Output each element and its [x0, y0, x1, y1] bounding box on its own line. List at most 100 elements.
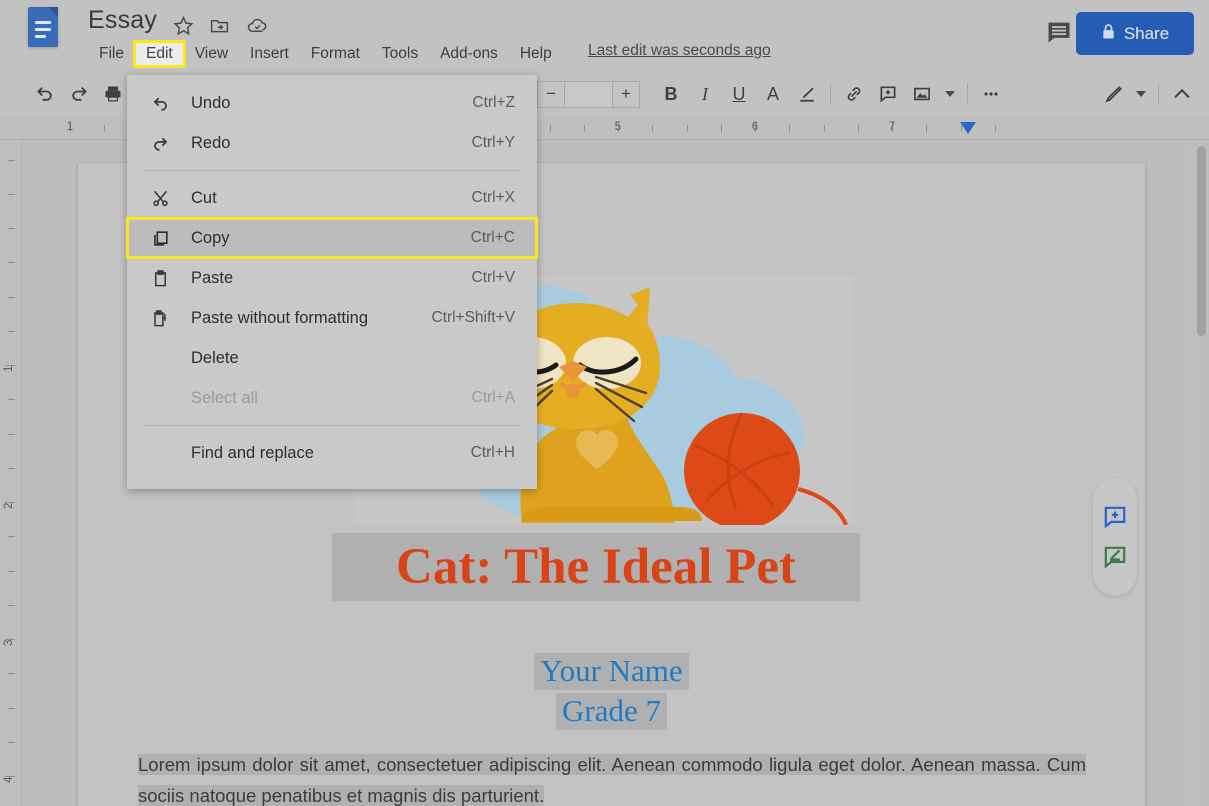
menu-item-find-and-replace-shortcut: Ctrl+H [470, 444, 515, 461]
ruler-tick-minor [720, 125, 722, 132]
font-size-stepper[interactable]: − + [537, 80, 640, 108]
italic-label: I [702, 83, 708, 104]
share-button[interactable]: Share [1076, 12, 1194, 55]
text-color-icon[interactable]: A [756, 77, 790, 111]
menu-item-select-all: Select all Ctrl+A [127, 378, 537, 418]
highlight-color-icon[interactable] [790, 77, 824, 111]
menu-addons[interactable]: Add-ons [429, 42, 509, 66]
lock-icon [1101, 23, 1116, 45]
menu-format[interactable]: Format [300, 42, 371, 66]
add-comment-icon[interactable] [1100, 502, 1130, 532]
menu-item-copy[interactable]: Copy Ctrl+C [126, 217, 538, 259]
underline-icon[interactable]: U [722, 77, 756, 111]
menu-item-redo[interactable]: Redo Ctrl+Y [127, 123, 537, 163]
document-title[interactable]: Essay [88, 6, 157, 35]
right-margin-marker[interactable] [960, 122, 976, 134]
redo-icon [145, 134, 175, 153]
chevron-down-icon[interactable] [939, 77, 961, 111]
clipboard-plain-icon [145, 309, 175, 328]
print-icon[interactable] [96, 77, 130, 111]
redo-icon[interactable] [62, 77, 96, 111]
menu-separator [143, 425, 521, 426]
move-to-folder-icon[interactable] [206, 12, 232, 38]
chevron-down-icon[interactable] [1130, 77, 1152, 111]
menu-item-paste-without-formatting-shortcut: Ctrl+Shift+V [431, 309, 515, 326]
vertical-scrollbar[interactable] [1193, 140, 1209, 806]
suggest-edit-icon[interactable] [1100, 542, 1130, 572]
document-heading: Cat: The Ideal Pet [396, 538, 796, 595]
menu-tools[interactable]: Tools [371, 42, 429, 66]
toolbar-divider [830, 83, 831, 105]
document-subtitle-grade-line[interactable]: Grade 7 [78, 693, 1145, 730]
menu-item-copy-label: Copy [191, 228, 230, 247]
insert-link-icon[interactable] [837, 77, 871, 111]
ruler-tick-minor [8, 330, 15, 332]
menu-item-paste-without-formatting-label: Paste without formatting [191, 308, 369, 327]
menu-item-paste-shortcut: Ctrl+V [471, 269, 516, 286]
document-title-line[interactable]: Cat: The Ideal Pet [332, 533, 860, 601]
menu-item-delete-label: Delete [191, 348, 239, 367]
menu-item-undo-shortcut: Ctrl+Z [472, 94, 515, 111]
menu-item-undo[interactable]: Undo Ctrl+Z [127, 83, 537, 123]
ruler-tick-minor [583, 125, 585, 132]
underline-label: U [732, 83, 746, 104]
last-edit-status[interactable]: Last edit was seconds ago [588, 42, 771, 60]
ruler-tick-minor [104, 125, 106, 132]
document-subtitle-name: Your Name [534, 653, 689, 690]
star-icon[interactable] [170, 12, 196, 38]
ruler-tick-minor [8, 673, 15, 675]
menu-item-delete[interactable]: Delete [127, 338, 537, 378]
document-body-text: Lorem ipsum dolor sit amet, consectetuer… [138, 754, 1086, 806]
ruler-tick-minor [8, 399, 15, 401]
google-docs-icon[interactable] [28, 7, 58, 47]
document-body-paragraph[interactable]: Lorem ipsum dolor sit amet, consectetuer… [138, 749, 1086, 806]
scrollbar-thumb[interactable] [1197, 146, 1206, 336]
cloud-saved-icon[interactable] [244, 12, 270, 38]
document-subtitle-name-line[interactable]: Your Name [78, 653, 1145, 690]
copy-icon [145, 229, 175, 248]
font-size-value[interactable] [565, 81, 612, 107]
menu-help[interactable]: Help [509, 42, 563, 66]
menu-item-find-and-replace[interactable]: Find and replace Ctrl+H [127, 433, 537, 473]
italic-icon[interactable]: I [688, 77, 722, 111]
undo-icon[interactable] [28, 77, 62, 111]
font-size-decrease-button[interactable]: − [538, 81, 565, 107]
ruler-tick-minor [994, 125, 996, 132]
clipboard-icon [145, 269, 175, 288]
scissors-icon [145, 189, 175, 208]
document-subtitle-grade: Grade 7 [556, 693, 667, 730]
more-options-icon[interactable] [974, 77, 1008, 111]
bold-icon[interactable]: B [654, 77, 688, 111]
menu-item-paste-without-formatting[interactable]: Paste without formatting Ctrl+Shift+V [127, 298, 537, 338]
ruler-tick-minor [8, 741, 15, 743]
insert-image-icon[interactable] [905, 77, 939, 111]
menu-edit[interactable]: Edit [132, 40, 186, 68]
comment-history-icon[interactable] [1045, 18, 1075, 48]
vertical-ruler[interactable]: 1 2 3 4 [0, 140, 22, 806]
ruler-tick-minor [652, 125, 654, 132]
menu-view[interactable]: View [184, 42, 239, 66]
ruler-number: 6 [751, 121, 759, 133]
text-color-label: A [766, 83, 779, 104]
bold-label: B [664, 83, 678, 104]
edit-dropdown-menu[interactable]: Undo Ctrl+Z Redo Ctrl+Y Cut Ctrl+X Copy … [126, 75, 538, 489]
toolbar-divider [1158, 83, 1159, 105]
menu-item-cut-label: Cut [191, 188, 217, 207]
menu-file[interactable]: File [88, 42, 135, 66]
menu-item-select-all-label: Select all [191, 388, 258, 407]
menu-item-cut[interactable]: Cut Ctrl+X [127, 178, 537, 218]
menu-item-select-all-shortcut: Ctrl+A [471, 389, 516, 406]
floating-comment-panel [1093, 478, 1137, 596]
ruler-number: 3 [3, 639, 15, 646]
app-header: Essay File Edit View Insert Format Tools… [0, 0, 1209, 70]
editing-mode-icon[interactable] [1096, 77, 1130, 111]
ruler-tick-minor [8, 228, 15, 229]
menu-insert[interactable]: Insert [239, 42, 300, 66]
font-size-increase-button[interactable]: + [612, 81, 639, 107]
ruler-tick-minor [789, 125, 791, 132]
ruler-number: 4 [3, 776, 15, 783]
hide-menus-icon[interactable] [1165, 77, 1199, 111]
menu-item-paste[interactable]: Paste Ctrl+V [127, 258, 537, 298]
ruler-tick-minor [8, 193, 15, 195]
add-comment-icon[interactable] [871, 77, 905, 111]
